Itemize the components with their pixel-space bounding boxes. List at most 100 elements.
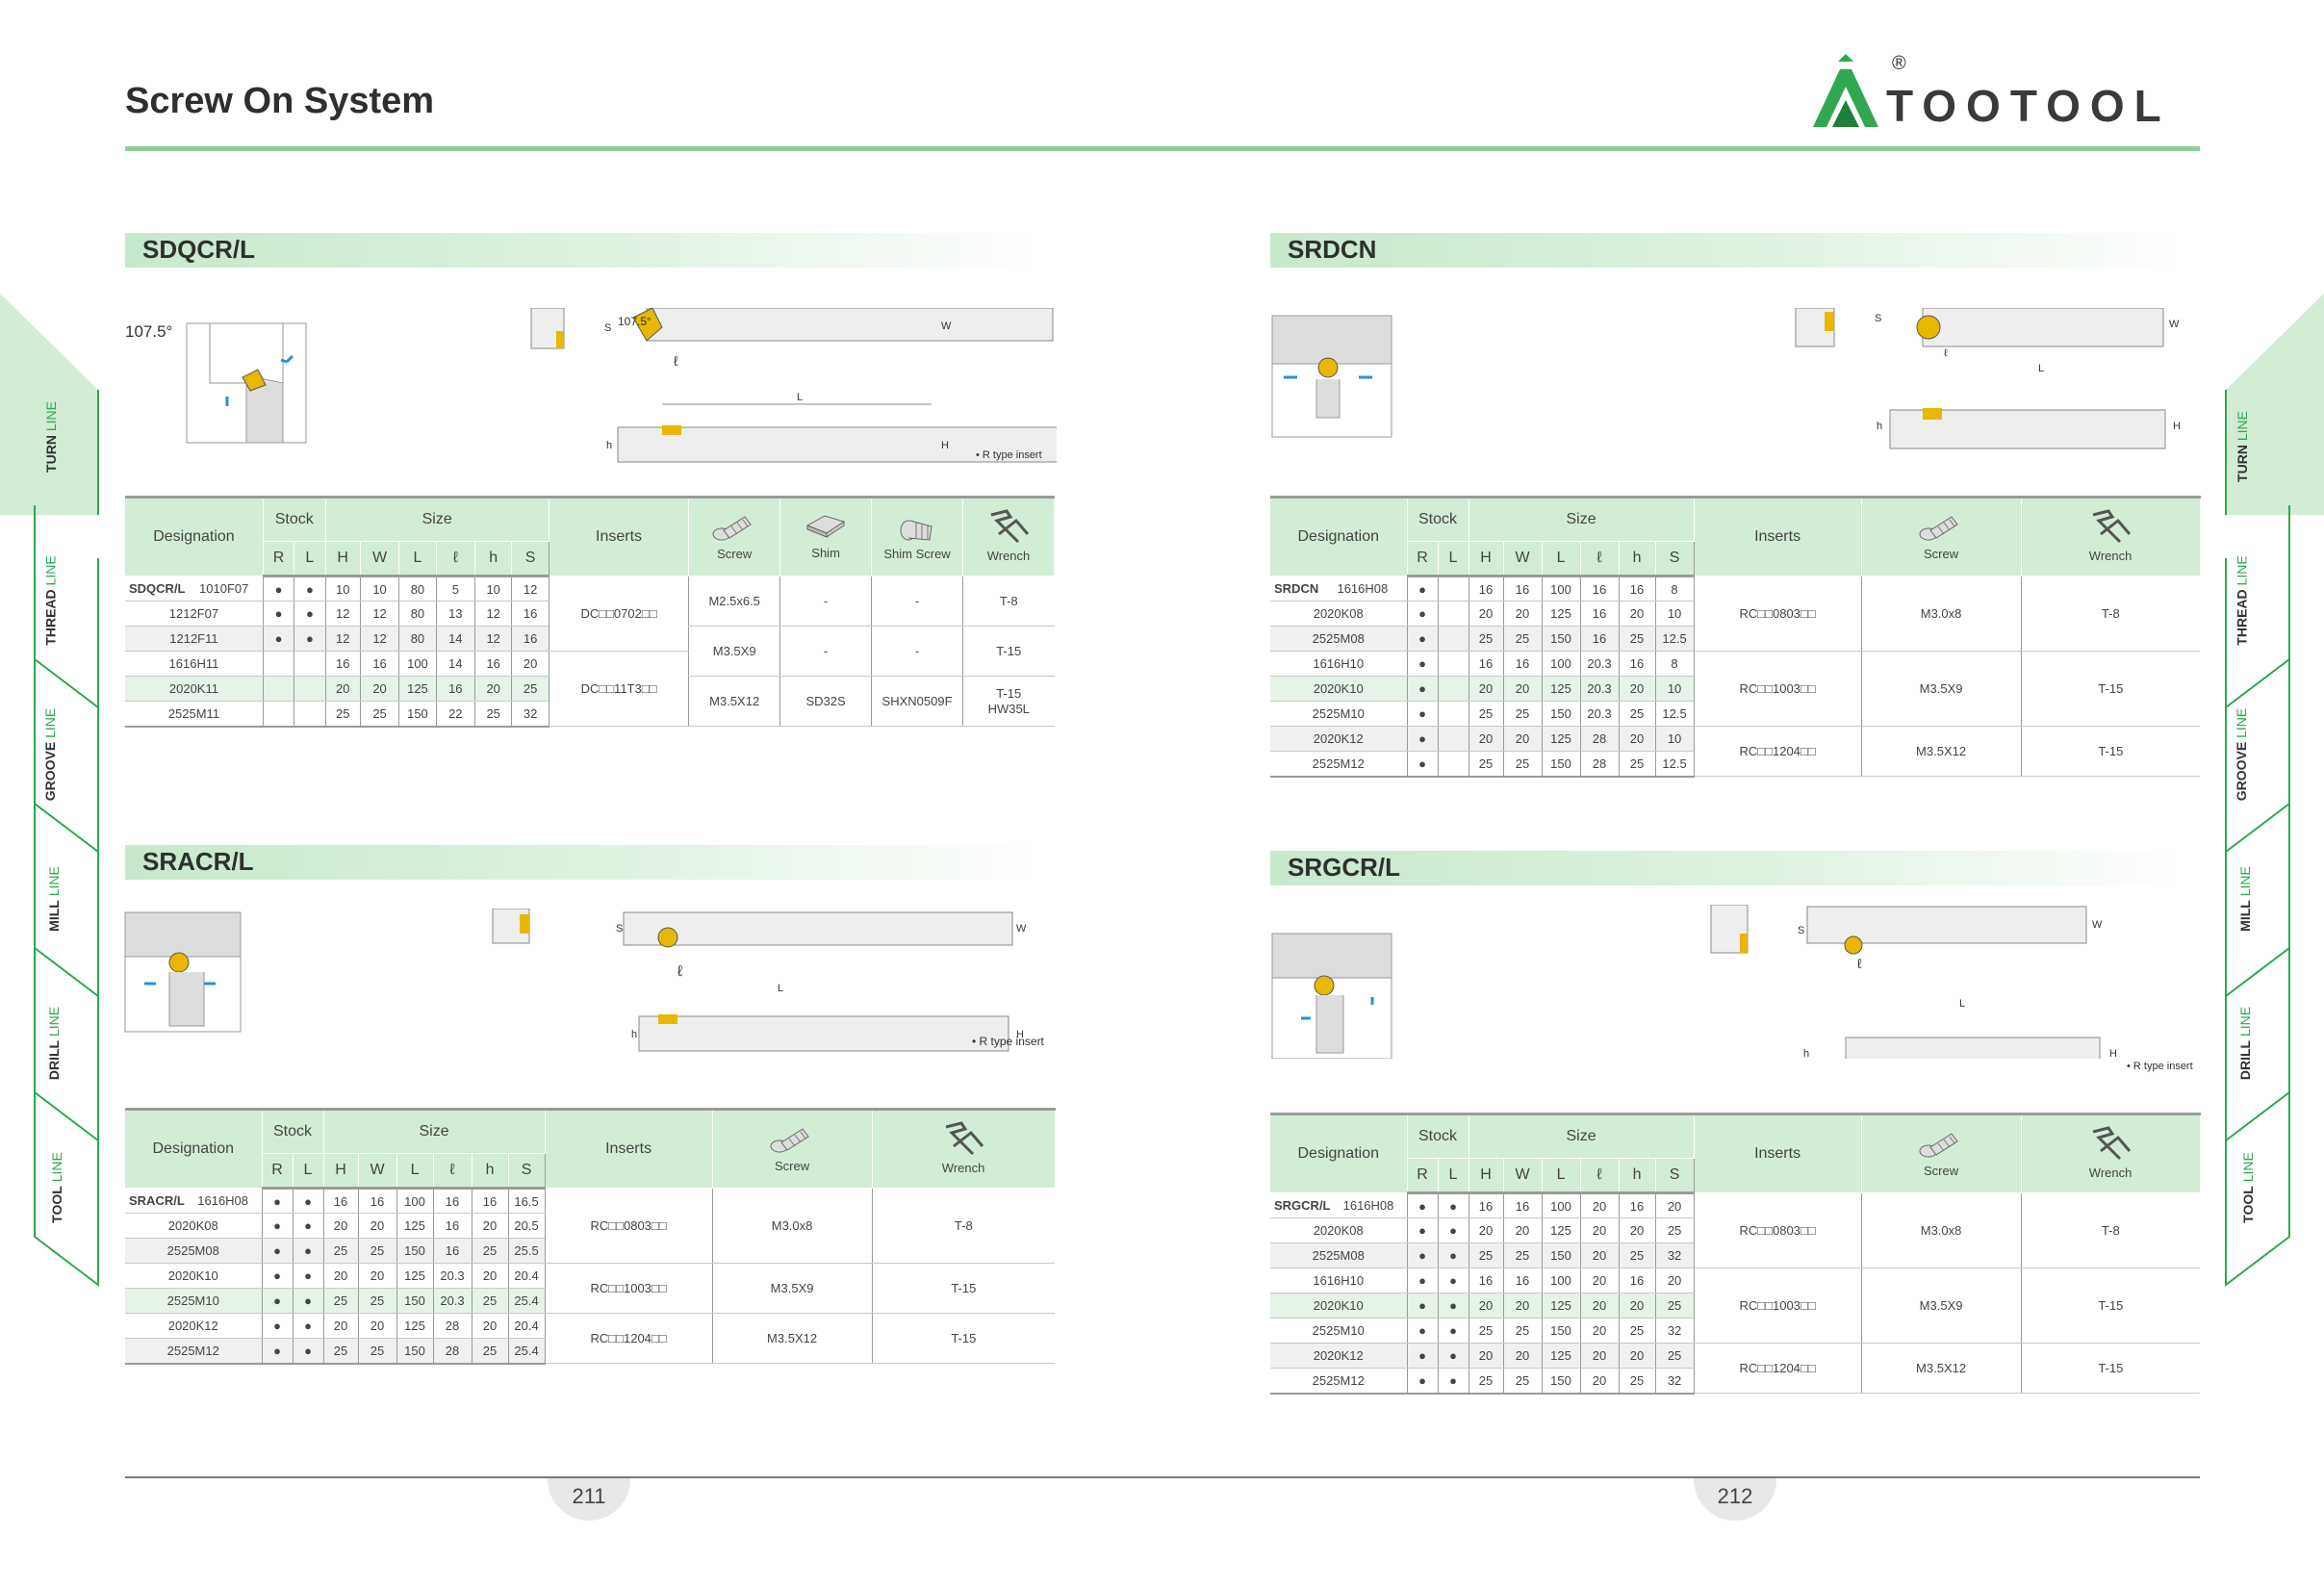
col-h: h (471, 1153, 509, 1190)
col-h: h (1618, 541, 1656, 577)
svg-text:• R type insert: • R type insert (976, 449, 1042, 461)
svg-text:W: W (2092, 919, 2103, 931)
col-l: L (1437, 541, 1469, 577)
col-inserts: Inserts (1693, 496, 1862, 576)
screw-icon (770, 1128, 809, 1153)
tab-drill-line-right[interactable]: DRILL LINE (2226, 1007, 2289, 1080)
col-h: h (1618, 1158, 1656, 1194)
table-row: SRGCR/L 1616H08 ● ● 16 16 100 20 16 20 RC□□0803□… (1270, 1192, 2201, 1268)
tab-thread-line-left[interactable]: THREAD LINE (35, 555, 98, 645)
svg-text:h: h (631, 1029, 637, 1040)
col-wrench: Wrench (2020, 1113, 2201, 1193)
section-heading-srdcn: SRDCN (1270, 233, 2184, 268)
wrench-icon (944, 1121, 984, 1156)
screw-icon (1919, 1133, 1958, 1158)
tab-turn-line-right[interactable]: TURN LINE (2226, 411, 2289, 482)
svg-text:• R type insert: • R type insert (972, 1035, 1045, 1048)
table-row: SRACR/L 1616H08 ● ● 16 16 100 16 16 16.5 RC□□080… (125, 1188, 1056, 1264)
col-shim: Shim (779, 496, 873, 576)
wrench-icon (989, 509, 1030, 544)
table-row: 1616H10 ● ● 16 16 100 20 16 20 RC□□1003□□ M3.5X… (1270, 1268, 2201, 1344)
tab-groove-line-left[interactable]: GROOVE LINE (35, 708, 98, 801)
svg-text:107.5°: 107.5° (125, 322, 172, 341)
svg-text:H: H (941, 440, 949, 451)
col-stock: Stock (261, 1108, 324, 1154)
col-ell: ℓ (1579, 1158, 1620, 1194)
col-screw: Screw (711, 1108, 873, 1189)
col-l: L (1437, 1158, 1469, 1194)
col-H: H (1468, 541, 1504, 577)
tab-groove-line-right[interactable]: GROOVE LINE (2226, 708, 2289, 801)
tab-thread-line-right[interactable]: THREAD LINE (2226, 555, 2289, 645)
col-screw: Screw (1860, 1113, 2022, 1193)
svg-text:S: S (616, 923, 623, 935)
svg-text:W: W (2169, 319, 2180, 330)
tab-tool-line-left[interactable]: TOOL LINE (35, 1152, 98, 1223)
col-h: h (474, 541, 513, 577)
section-heading-sdqcr: SDQCR/L (125, 233, 1039, 268)
tab-drill-line-left[interactable]: DRILL LINE (35, 1007, 98, 1080)
tab-turn-line-left[interactable]: TURN LINE (35, 401, 98, 473)
col-W: W (1502, 541, 1543, 577)
col-inserts: Inserts (1693, 1113, 1862, 1193)
col-screw: Screw (1860, 496, 2022, 576)
sracr-spec-table: Designation Stock Size Inserts Screw Wre… (125, 1108, 1056, 1365)
srgcr-drawing: S W ℓ L h H (1271, 905, 2117, 1059)
svg-text:h: h (1877, 421, 1882, 432)
srgcr-r-type-note: • R type insert (2127, 1061, 2193, 1072)
svg-text:S: S (1798, 925, 1804, 936)
col-L: L (1541, 1158, 1581, 1194)
col-r: R (1407, 541, 1439, 577)
footer-divider (125, 1476, 2200, 1478)
col-size: Size (322, 1108, 546, 1154)
svg-text:H: H (2109, 1048, 2117, 1059)
tab-tool-line-right[interactable]: TOOL LINE (2226, 1152, 2289, 1223)
col-ell: ℓ (432, 1153, 472, 1190)
col-ell: ℓ (435, 541, 476, 577)
srdcn-spec-table: Designation Stock Size Inserts Screw Wre… (1270, 496, 2201, 778)
col-W: W (357, 1153, 397, 1190)
col-inserts: Inserts (548, 496, 690, 576)
col-designation: Designation (1270, 496, 1408, 576)
col-designation: Designation (125, 496, 264, 576)
tab-mill-line-right[interactable]: MILL LINE (2226, 866, 2289, 932)
section-heading-srgcr: SRGCR/L (1270, 851, 2184, 885)
col-screw: Screw (688, 496, 781, 576)
col-wrench: Wrench (871, 1108, 1056, 1189)
col-size: Size (1468, 496, 1695, 542)
col-l: L (292, 1153, 324, 1190)
svg-text:L: L (2038, 363, 2044, 374)
col-designation: Designation (1270, 1113, 1408, 1193)
page-title: Screw On System (125, 81, 435, 121)
svg-text:H: H (2173, 421, 2181, 432)
col-stock: Stock (262, 496, 326, 542)
sdqcr-spec-table: Designation Stock Size Inserts Screw Shi… (125, 496, 1056, 728)
logo-mark-icon (1813, 54, 1878, 127)
svg-text:L: L (778, 983, 783, 994)
col-L: L (398, 541, 437, 577)
shim-icon (806, 515, 845, 538)
table-row: 1616H10 ● 16 16 100 20.3 16 8 RC□□1003□□ M3.5X… (1270, 651, 2201, 727)
col-W: W (1502, 1158, 1543, 1194)
col-shim-screw: Shim Screw (871, 496, 963, 576)
col-size: Size (1468, 1113, 1695, 1159)
page-number-left: 211 (572, 1484, 606, 1508)
col-r: R (263, 541, 295, 577)
table-row: 2020K12 ● 20 20 125 28 20 10 RC□□1204□□ M3.5X1… (1270, 726, 2201, 777)
brand-name: TOOTOOL (1886, 81, 2171, 131)
col-H: H (1468, 1158, 1504, 1194)
table-row: 2020K10 ● ● 20 20 125 20.3 20 20.4 RC□□1003□□ M… (125, 1263, 1056, 1314)
svg-text:ℓ: ℓ (1857, 956, 1862, 971)
col-H: H (322, 1153, 359, 1190)
tab-mill-line-left[interactable]: MILL LINE (35, 866, 98, 932)
col-r: R (262, 1153, 294, 1190)
tootool-logo: ® TOOTOOL (1813, 53, 2171, 131)
col-wrench: Wrench (961, 496, 1056, 576)
svg-text:h: h (1803, 1048, 1809, 1059)
section-heading-sracr: SRACR/L (125, 845, 1039, 880)
col-L: L (1541, 541, 1581, 577)
table-row: 2020K12 ● ● 20 20 125 28 20 20.4 RC□□1204□□ M3.… (125, 1313, 1056, 1364)
col-S: S (1654, 1158, 1695, 1194)
srdcn-drawing: S W ℓ L h H (1271, 308, 2181, 449)
svg-text:L: L (797, 392, 803, 403)
